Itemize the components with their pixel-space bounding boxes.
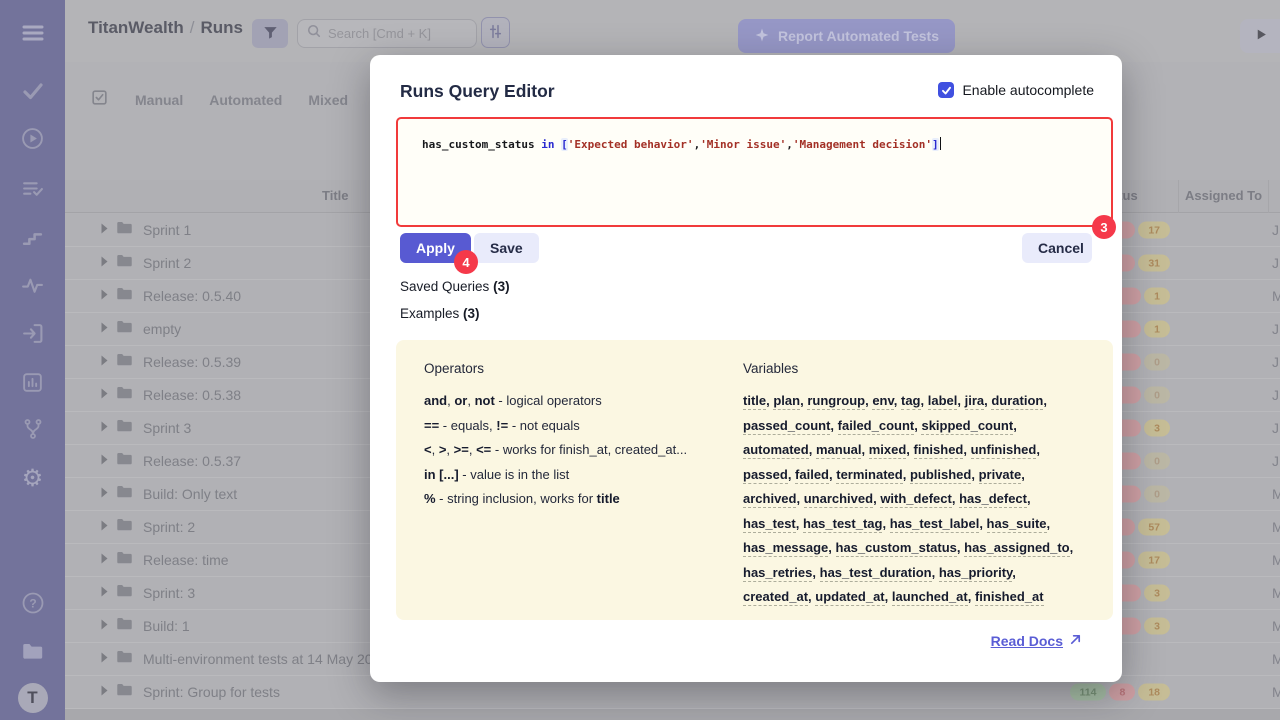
- variable-chip: plan: [773, 393, 800, 410]
- annotation-step-3-badge: 3: [1092, 215, 1116, 239]
- variable-chip: unfinished: [971, 442, 1037, 459]
- variable-chip: skipped_count: [921, 418, 1013, 435]
- variable-chip: title: [743, 393, 766, 410]
- variable-chip: with_defect: [880, 491, 952, 508]
- variable-chip: finished: [914, 442, 964, 459]
- variable-chip: duration: [991, 393, 1043, 410]
- variable-chip: has_test_tag: [803, 516, 882, 533]
- variable-chip: private: [979, 467, 1022, 484]
- variable-chip: archived: [743, 491, 796, 508]
- variable-chip: failed: [795, 467, 829, 484]
- app-screen: ⚙ ? T TitanWealth/Runs Report Automated …: [0, 0, 1280, 720]
- modal-title: Runs Query Editor: [400, 81, 555, 102]
- read-docs-link[interactable]: Read Docs: [991, 633, 1082, 649]
- cancel-button[interactable]: Cancel: [1022, 233, 1092, 263]
- variable-chip: launched_at: [892, 589, 968, 606]
- variable-chip: passed_count: [743, 418, 830, 435]
- variable-chip: has_assigned_to: [964, 540, 1070, 557]
- variable-chip: has_message: [743, 540, 828, 557]
- query-help-panel: Operators and, or, not - logical operato…: [396, 340, 1113, 620]
- autocomplete-label: Enable autocomplete: [962, 82, 1094, 98]
- variable-chip: has_suite: [987, 516, 1047, 533]
- operators-list: and, or, not - logical operators== - equ…: [424, 389, 729, 512]
- variable-chip: failed_count: [838, 418, 915, 435]
- runs-query-editor-modal: Runs Query Editor Enable autocomplete ha…: [370, 55, 1122, 682]
- variable-chip: mixed: [869, 442, 907, 459]
- read-docs-label: Read Docs: [991, 633, 1063, 649]
- variable-chip: rungroup: [807, 393, 865, 410]
- annotation-step-4-badge: 4: [454, 250, 478, 274]
- checkbox-checked-icon[interactable]: [938, 82, 954, 98]
- variable-chip: passed: [743, 467, 788, 484]
- variable-chip: manual: [816, 442, 862, 459]
- variable-chip: tag: [901, 393, 921, 410]
- variables-title: Variables: [743, 361, 1085, 376]
- saved-queries-toggle[interactable]: Saved Queries (3): [400, 279, 510, 294]
- variable-chip: terminated: [836, 467, 902, 484]
- external-link-arrow-icon: [1069, 633, 1082, 649]
- variable-chip: has_test_duration: [820, 565, 932, 582]
- text-cursor: [940, 137, 942, 150]
- variable-chip: has_retries: [743, 565, 812, 582]
- examples-toggle[interactable]: Examples (3): [400, 306, 480, 321]
- query-code[interactable]: has_custom_status in ['Expected behavior…: [422, 138, 941, 151]
- variable-chip: label: [928, 393, 958, 410]
- variable-chip: has_test: [743, 516, 796, 533]
- variable-chip: has_custom_status: [836, 540, 957, 557]
- query-editor[interactable]: has_custom_status in ['Expected behavior…: [396, 117, 1113, 227]
- variable-chip: env: [872, 393, 893, 410]
- variable-chip: automated: [743, 442, 809, 459]
- variable-chip: has_priority: [939, 565, 1012, 582]
- saved-queries-count: (3): [493, 279, 510, 294]
- examples-label: Examples: [400, 306, 459, 321]
- variable-chip: created_at: [743, 589, 808, 606]
- variables-list: title, plan, rungroup, env, tag, label, …: [743, 389, 1085, 610]
- enable-autocomplete-toggle[interactable]: Enable autocomplete: [938, 82, 1094, 98]
- saved-queries-label: Saved Queries: [400, 279, 489, 294]
- variable-chip: has_test_label: [890, 516, 980, 533]
- variable-chip: updated_at: [815, 589, 884, 606]
- variable-chip: has_defect: [959, 491, 1027, 508]
- examples-count: (3): [463, 306, 480, 321]
- variable-chip: unarchived: [804, 491, 873, 508]
- variable-chip: finished_at: [975, 589, 1044, 606]
- variable-chip: jira: [965, 393, 985, 410]
- save-button[interactable]: Save: [474, 233, 539, 263]
- operators-title: Operators: [424, 361, 729, 376]
- variable-chip: published: [910, 467, 971, 484]
